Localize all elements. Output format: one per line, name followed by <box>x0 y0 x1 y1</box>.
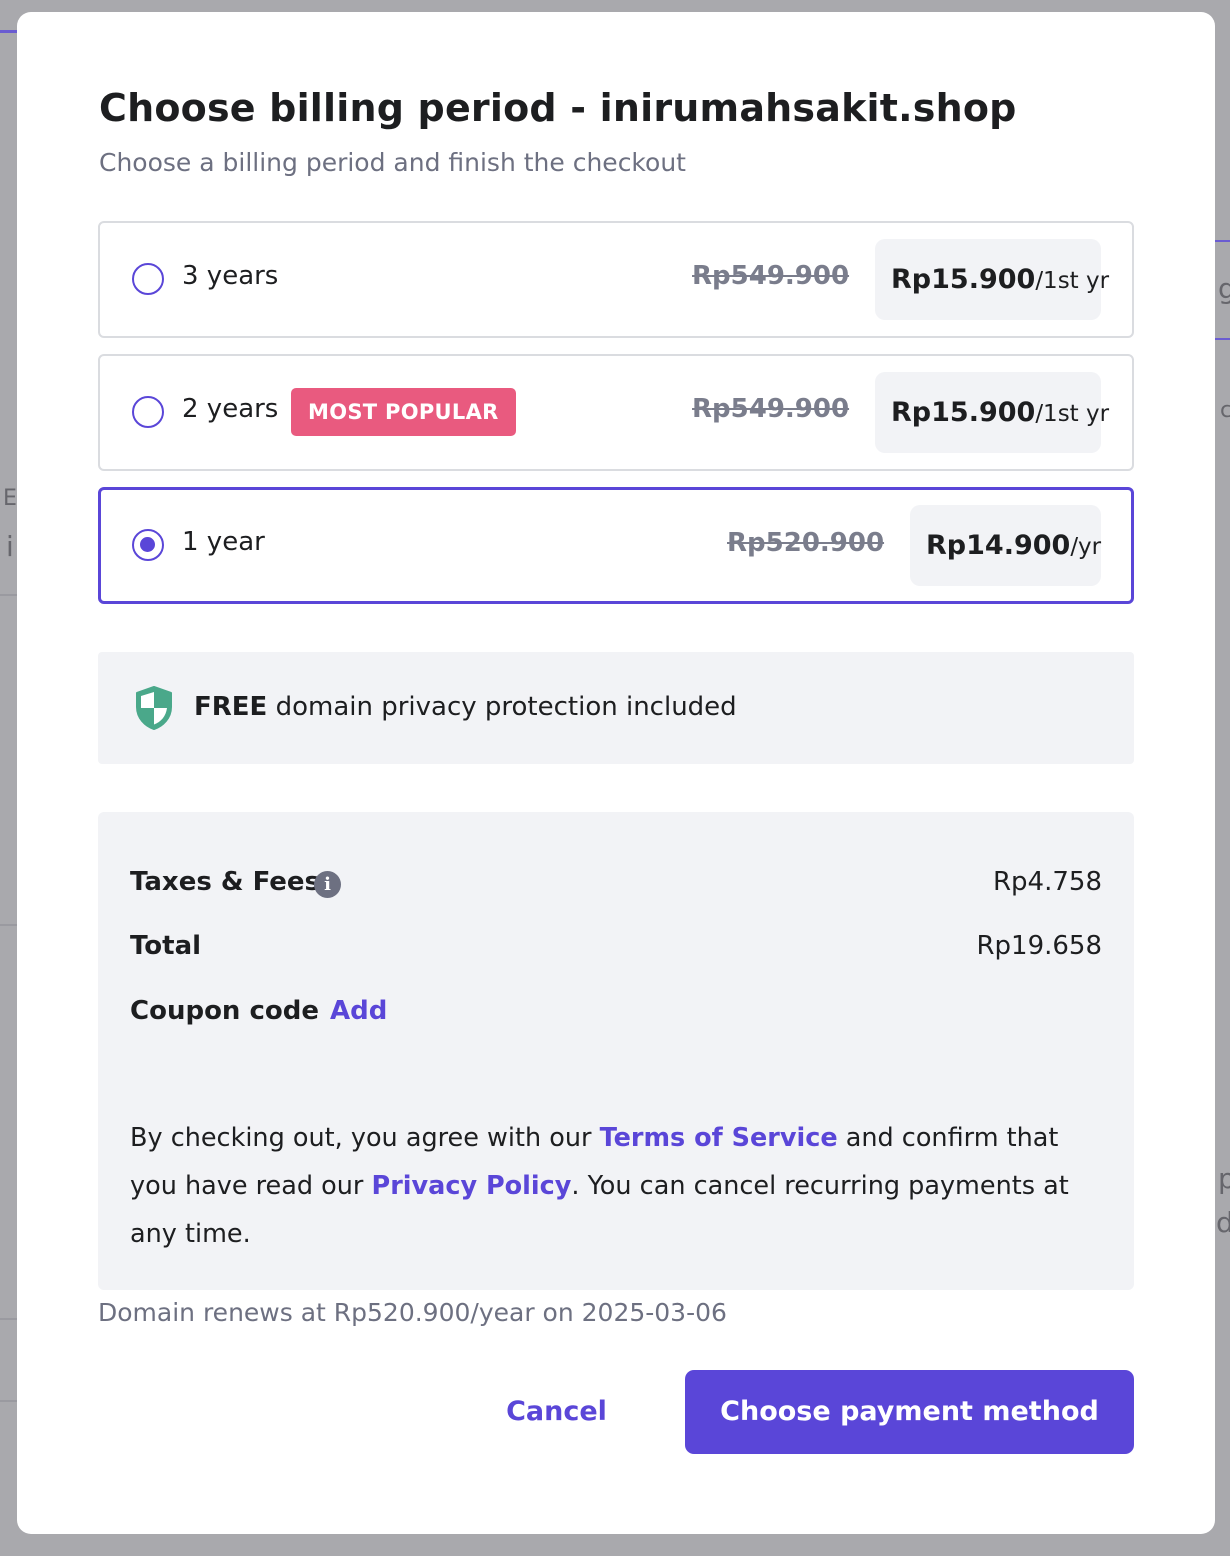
radio-button[interactable] <box>132 396 164 428</box>
privacy-free-label: FREE <box>194 692 268 722</box>
background-text: E <box>3 486 17 511</box>
taxes-fees-label: Taxes & Fees <box>130 867 321 897</box>
total-value: Rp19.658 <box>976 931 1102 961</box>
taxes-fees-value: Rp4.758 <box>992 867 1102 897</box>
option-label: 2 years <box>182 394 279 424</box>
billing-option-3-years[interactable]: 3 years Rp549.900 Rp15.900/1st yr <box>98 221 1134 338</box>
background-divider <box>0 1318 17 1320</box>
renewal-note: Domain renews at Rp520.900/year on 2025-… <box>98 1298 727 1327</box>
original-price: Rp520.900 <box>727 528 885 558</box>
option-label: 3 years <box>182 261 279 291</box>
original-price: Rp549.900 <box>692 394 850 424</box>
background-text: c <box>1220 398 1230 423</box>
cancel-button[interactable]: Cancel <box>479 1370 634 1453</box>
discounted-price: Rp15.900 <box>891 397 1036 428</box>
price-box: Rp15.900/1st yr <box>875 372 1109 453</box>
shield-icon <box>136 686 172 730</box>
privacy-protection-banner: FREE domain privacy protection included <box>98 652 1134 764</box>
radio-selected-dot <box>140 537 155 552</box>
most-popular-badge: MOST POPULAR <box>291 388 516 436</box>
billing-option-1-year[interactable]: 1 year Rp520.900 Rp14.900/yr <box>98 487 1134 604</box>
billing-period-modal: Choose billing period - inirumahsakit.sh… <box>17 12 1215 1534</box>
modal-subtitle: Choose a billing period and finish the c… <box>99 148 686 177</box>
background-divider <box>0 924 17 926</box>
background-tab-underline <box>0 30 17 33</box>
price-box: Rp15.900/1st yr <box>875 239 1109 320</box>
modal-title: Choose billing period - inirumahsakit.sh… <box>99 86 1017 130</box>
order-summary: Taxes & Fees i Rp4.758 Total Rp19.658 Co… <box>98 812 1134 1290</box>
terms-of-service-link[interactable]: Terms of Service <box>600 1123 838 1153</box>
background-text: i <box>6 530 14 563</box>
choose-payment-method-button[interactable]: Choose payment method <box>685 1370 1134 1454</box>
legal-notice: By checking out, you agree with our Term… <box>130 1114 1090 1258</box>
discounted-price: Rp15.900 <box>891 264 1036 295</box>
billing-option-2-years[interactable]: 2 years MOST POPULAR Rp549.900 Rp15.900/… <box>98 354 1134 471</box>
background-text: p <box>1218 1162 1230 1195</box>
add-coupon-link[interactable]: Add <box>330 996 387 1026</box>
privacy-policy-link[interactable]: Privacy Policy <box>372 1171 572 1201</box>
legal-text: By checking out, you agree with our <box>130 1123 600 1153</box>
radio-button[interactable] <box>132 263 164 295</box>
discounted-price: Rp14.900 <box>926 530 1071 561</box>
price-unit: /1st yr <box>1035 401 1110 427</box>
price-unit: /1st yr <box>1035 268 1110 294</box>
background-tab-underline-right-2 <box>1215 338 1230 340</box>
original-price: Rp549.900 <box>692 261 850 291</box>
privacy-text: FREE domain privacy protection included <box>194 692 737 722</box>
option-label: 1 year <box>182 527 265 557</box>
price-unit: /yr <box>1070 534 1102 560</box>
total-label: Total <box>130 931 202 961</box>
privacy-description: domain privacy protection included <box>267 692 737 722</box>
background-tab-underline-right <box>1215 240 1230 242</box>
background-divider <box>0 1400 17 1402</box>
price-box: Rp14.900/yr <box>910 505 1101 586</box>
coupon-code-label: Coupon code <box>130 996 320 1026</box>
radio-button-selected[interactable] <box>132 529 164 561</box>
info-icon[interactable]: i <box>314 871 341 898</box>
background-text: d <box>1216 1206 1230 1239</box>
background-divider <box>0 594 17 596</box>
background-text: g <box>1218 272 1230 305</box>
